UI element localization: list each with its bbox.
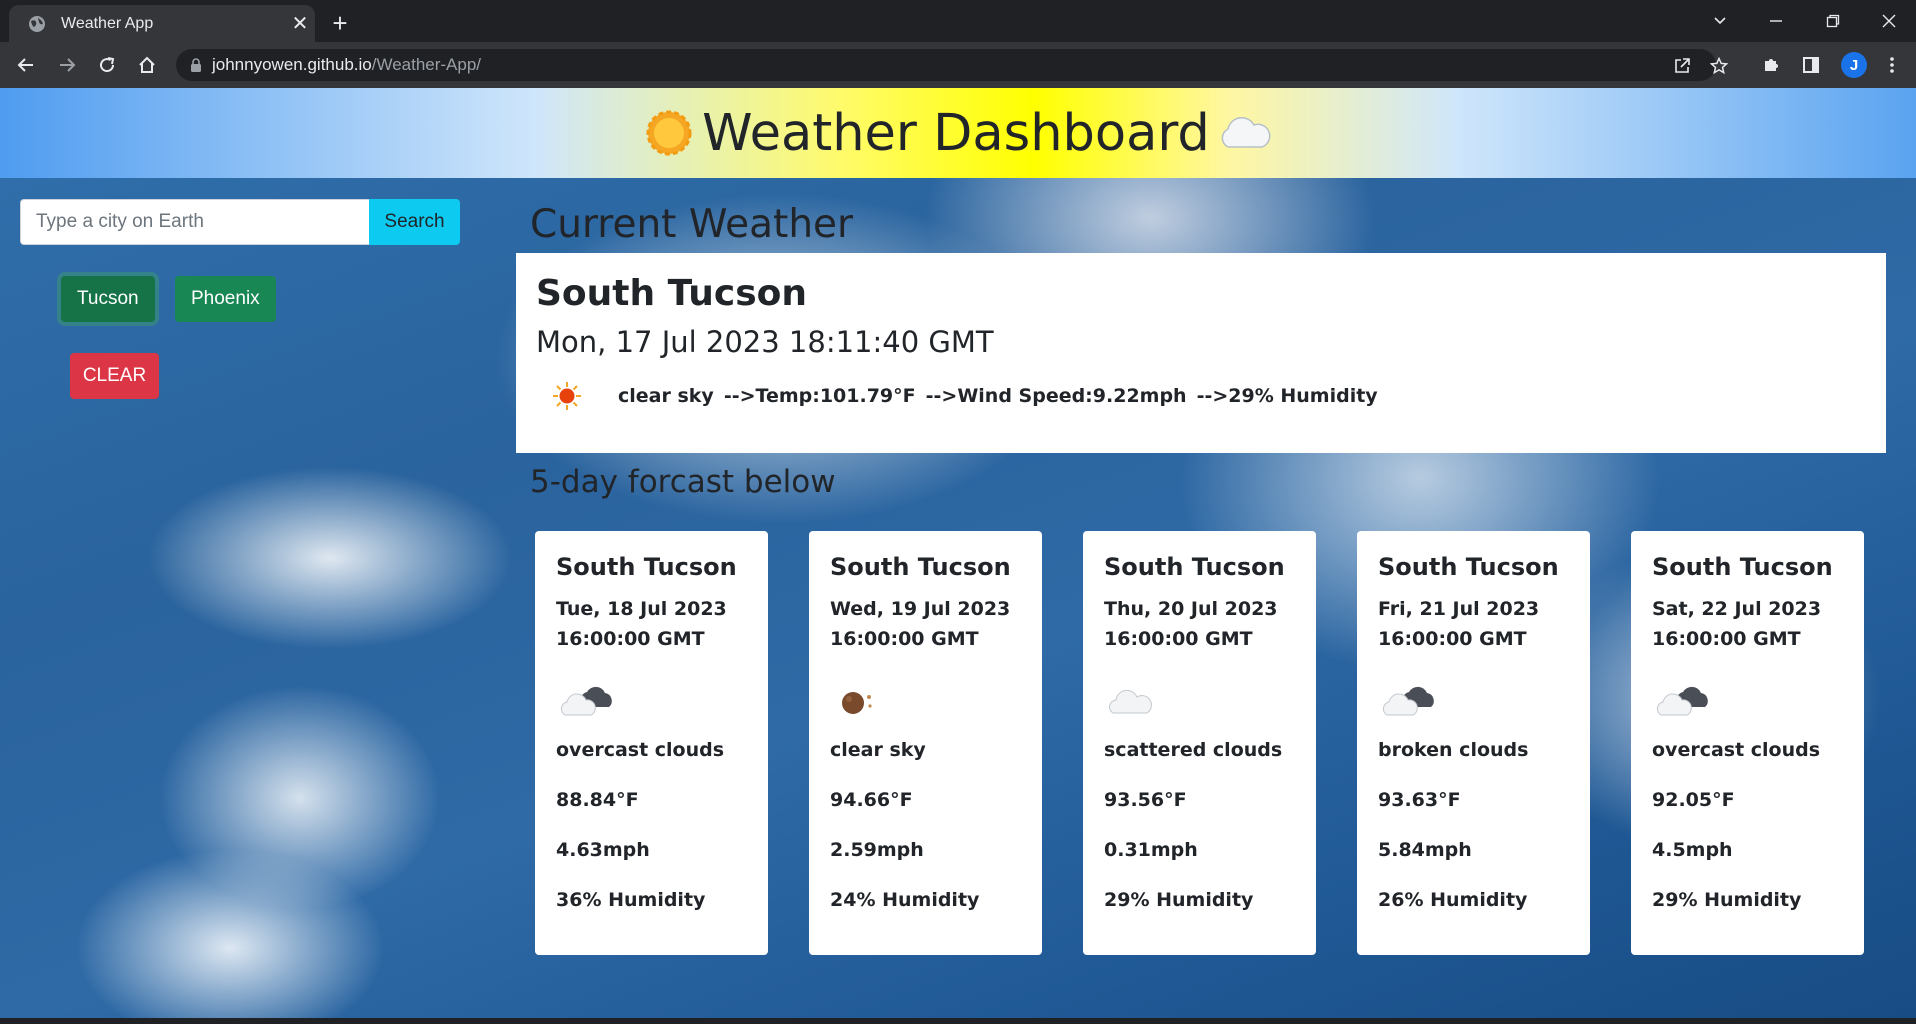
search-button[interactable]: Search (369, 199, 460, 245)
forecast-time: 16:00:00 GMT (556, 628, 705, 650)
history-city-button[interactable]: Tucson (61, 276, 155, 322)
forecast-humidity: 26% Humidity (1378, 889, 1528, 911)
page-viewport: Weather Dashboard Search Tucson Phoenix … (0, 88, 1916, 1018)
forecast-wind: 2.59mph (830, 839, 924, 861)
history-city-button[interactable]: Phoenix (175, 276, 276, 322)
forecast-wind: 0.31mph (1104, 839, 1198, 861)
forecast-wind: 4.5mph (1652, 839, 1733, 861)
browser-tab-strip: Weather App ✕ + (0, 0, 1916, 42)
home-icon[interactable] (131, 49, 163, 81)
extensions-puzzle-icon[interactable] (1755, 49, 1787, 81)
minimize-icon[interactable] (1753, 6, 1799, 36)
forecast-temp: 93.56°F (1104, 789, 1187, 811)
page-header: Weather Dashboard (0, 88, 1916, 178)
forecast-time: 16:00:00 GMT (1378, 628, 1527, 650)
side-panel-icon[interactable] (1795, 49, 1827, 81)
page-title: Weather Dashboard (702, 103, 1210, 163)
close-tab-icon[interactable]: ✕ (285, 11, 315, 36)
overcast-clouds-icon (560, 686, 612, 716)
forecast-city: South Tucson (1652, 553, 1833, 581)
current-wind: -->Wind Speed:9.22mph (925, 385, 1187, 407)
back-arrow-icon[interactable] (10, 49, 42, 81)
forecast-humidity: 24% Humidity (830, 889, 980, 911)
forecast-temp: 92.05°F (1652, 789, 1735, 811)
share-icon[interactable] (1670, 54, 1694, 78)
globe-icon (29, 15, 45, 32)
reload-icon[interactable] (91, 49, 123, 81)
current-city-name: South Tucson (536, 273, 808, 314)
lock-icon (191, 58, 201, 72)
forecast-card: South Tucson Fri, 21 Jul 2023 16:00:00 G… (1357, 531, 1590, 955)
browser-menu-icon[interactable] (1876, 49, 1908, 81)
forward-arrow-icon[interactable] (51, 49, 83, 81)
forecast-humidity: 36% Humidity (556, 889, 706, 911)
forecast-card: South Tucson Sat, 22 Jul 2023 16:00:00 G… (1631, 531, 1864, 955)
restore-icon[interactable] (1810, 6, 1856, 36)
cloud-icon (1221, 117, 1271, 148)
forecast-description: broken clouds (1378, 739, 1529, 761)
forecast-wind: 4.63mph (556, 839, 650, 861)
forecast-time: 16:00:00 GMT (1652, 628, 1801, 650)
current-weather-heading: Current Weather (530, 202, 854, 247)
current-weather-details: clear sky -->Temp:101.79°F -->Wind Speed… (552, 381, 1388, 411)
forecast-description: clear sky (830, 739, 926, 761)
url-text: johnnyowen.github.io/Weather-App/ (212, 55, 482, 74)
broken-clouds-icon (1382, 686, 1434, 716)
forecast-time: 16:00:00 GMT (1104, 628, 1253, 650)
forecast-temp: 88.84°F (556, 789, 639, 811)
forecast-humidity: 29% Humidity (1652, 889, 1802, 911)
scattered-clouds-icon (1109, 689, 1152, 714)
current-datetime: Mon, 17 Jul 2023 18:11:40 GMT (536, 325, 994, 359)
forecast-card: South Tucson Thu, 20 Jul 2023 16:00:00 G… (1083, 531, 1316, 955)
profile-initial: J (1841, 52, 1867, 78)
clear-sky-night-icon (842, 692, 872, 714)
profile-avatar[interactable]: J (1838, 49, 1870, 81)
clear-history-button[interactable]: CLEAR (70, 353, 159, 399)
browser-tab[interactable]: Weather App ✕ (9, 5, 315, 42)
new-tab-button[interactable]: + (325, 8, 355, 38)
forecast-city: South Tucson (556, 553, 737, 581)
forecast-description: overcast clouds (556, 739, 725, 761)
clear-sky-sun-icon (553, 382, 581, 410)
current-humidity: -->29% Humidity (1196, 385, 1378, 407)
tab-search-icon[interactable] (1697, 6, 1743, 36)
browser-toolbar: johnnyowen.github.io/Weather-App/ J (0, 42, 1916, 88)
tab-title: Weather App (61, 14, 154, 32)
forecast-date: Thu, 20 Jul 2023 (1104, 598, 1278, 620)
forecast-card: South Tucson Tue, 18 Jul 2023 16:00:00 G… (535, 531, 768, 955)
city-search-input[interactable] (20, 199, 370, 245)
forecast-date: Tue, 18 Jul 2023 (556, 598, 727, 620)
forecast-temp: 93.63°F (1378, 789, 1461, 811)
forecast-city: South Tucson (1104, 553, 1285, 581)
forecast-heading: 5-day forcast below (530, 464, 836, 500)
forecast-wind: 5.84mph (1378, 839, 1472, 861)
current-weather-card: South Tucson Mon, 17 Jul 2023 18:11:40 G… (516, 253, 1886, 453)
forecast-time: 16:00:00 GMT (830, 628, 979, 650)
forecast-card: South Tucson Wed, 19 Jul 2023 16:00:00 G… (809, 531, 1042, 955)
sun-icon (646, 110, 692, 156)
current-description: clear sky (618, 385, 714, 407)
current-temp: -->Temp:101.79°F (723, 385, 916, 407)
forecast-temp: 94.66°F (830, 789, 913, 811)
close-window-icon[interactable] (1866, 6, 1912, 36)
forecast-date: Sat, 22 Jul 2023 (1652, 598, 1822, 620)
forecast-city: South Tucson (830, 553, 1011, 581)
address-bar[interactable]: johnnyowen.github.io/Weather-App/ (176, 49, 1728, 81)
forecast-date: Wed, 19 Jul 2023 (830, 598, 1011, 620)
forecast-description: overcast clouds (1652, 739, 1821, 761)
forecast-description: scattered clouds (1104, 739, 1283, 761)
forecast-humidity: 29% Humidity (1104, 889, 1254, 911)
overcast-clouds-icon (1656, 686, 1708, 716)
forecast-city: South Tucson (1378, 553, 1559, 581)
bookmark-star-icon[interactable] (1707, 54, 1731, 78)
forecast-date: Fri, 21 Jul 2023 (1378, 598, 1540, 620)
